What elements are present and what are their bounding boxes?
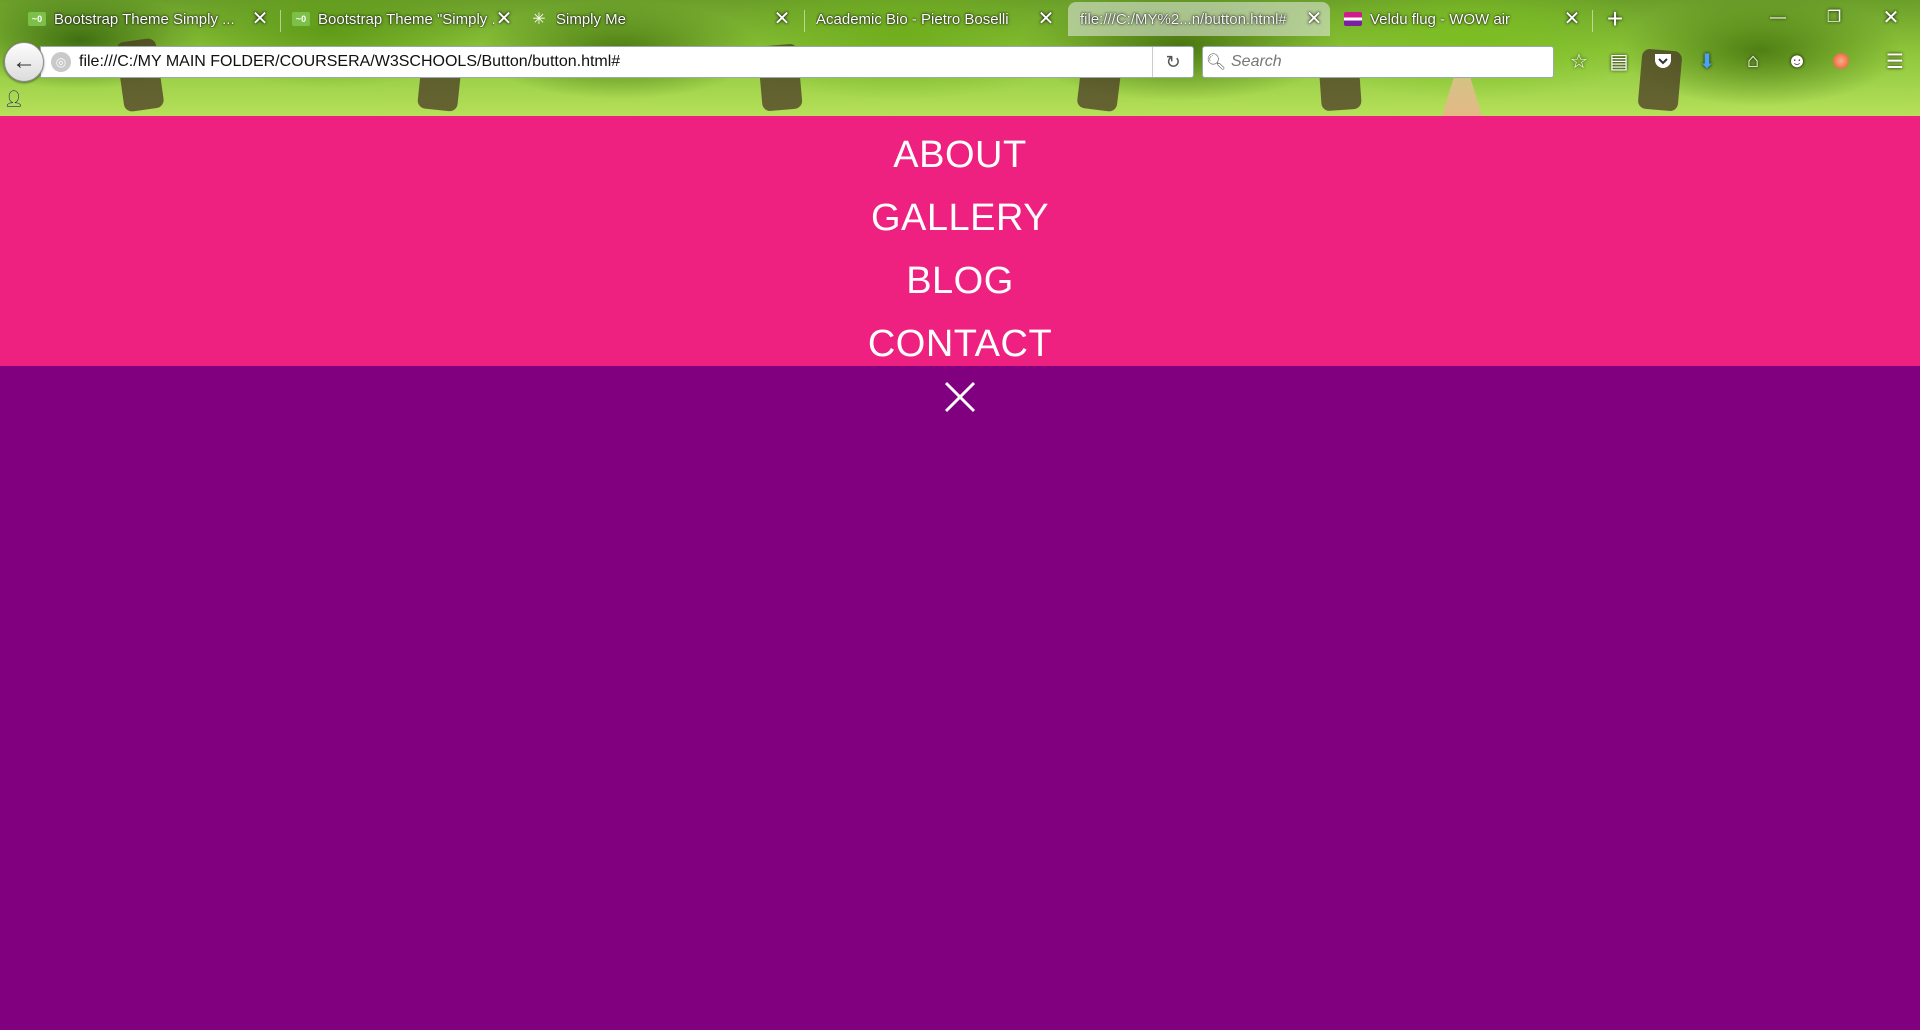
globe-icon: ◎	[51, 52, 71, 72]
menu-link-contact[interactable]: CONTACT	[868, 313, 1052, 376]
close-tab-icon[interactable]: ✕	[1562, 9, 1582, 29]
url-bar[interactable]: ◎ file:///C:/MY MAIN FOLDER/COURSERA/W3S…	[40, 46, 1194, 78]
tab-bootstrap-1[interactable]: ~0 Bootstrap Theme Simply ... ✕	[18, 2, 276, 36]
person-icon[interactable]: 👤︎	[4, 88, 24, 110]
search-input[interactable]	[1229, 52, 1533, 72]
menu-link-blog[interactable]: BLOG	[906, 250, 1014, 313]
bookmark-star-icon[interactable]: ☆	[1564, 46, 1594, 76]
minimize-icon[interactable]: —	[1755, 2, 1801, 34]
url-text: file:///C:/MY MAIN FOLDER/COURSERA/W3SCH…	[79, 53, 621, 70]
close-tab-icon[interactable]: ✕	[1036, 9, 1056, 29]
home-icon[interactable]: ⌂	[1738, 46, 1768, 76]
pocket-icon[interactable]	[1648, 46, 1678, 76]
back-button[interactable]: ←	[4, 42, 44, 82]
close-window-icon[interactable]: ✕	[1868, 2, 1914, 34]
tab-strip: ~0 Bootstrap Theme Simply ... ✕ ~0 Boots…	[0, 0, 1920, 38]
menu-link-about[interactable]: ABOUT	[893, 124, 1026, 187]
back-arrow-icon: ←	[12, 48, 36, 75]
new-tab-button[interactable]: +	[1600, 4, 1630, 34]
tab-bootstrap-2[interactable]: ~0 Bootstrap Theme "Simply ... ✕	[282, 2, 520, 36]
close-tab-icon[interactable]: ✕	[772, 9, 792, 29]
tab-simply-me[interactable]: ✳ Simply Me ✕	[520, 2, 798, 36]
overlay-menu: ABOUT GALLERY BLOG CONTACT	[0, 116, 1920, 366]
reload-icon[interactable]: ↻	[1152, 47, 1193, 77]
close-tab-icon[interactable]: ✕	[250, 9, 270, 29]
search-icon: 🔍︎	[1205, 54, 1227, 71]
tab-wow-air[interactable]: Veldu flug - WOW air ✕	[1334, 2, 1588, 36]
bootstrap-favicon-icon: ~0	[292, 12, 310, 26]
tab-title: Bootstrap Theme Simply ...	[54, 10, 235, 28]
navigation-toolbar: ◎ file:///C:/MY MAIN FOLDER/COURSERA/W3S…	[0, 40, 1920, 82]
tab-button-html[interactable]: file:///C:/MY%2...n/button.html# ✕	[1068, 2, 1330, 36]
browser-chrome: ~0 Bootstrap Theme Simply ... ✕ ~0 Boots…	[0, 0, 1920, 116]
close-tab-icon[interactable]: ✕	[494, 9, 514, 29]
restore-icon[interactable]: ❐	[1811, 2, 1857, 34]
menu-link-gallery[interactable]: GALLERY	[871, 187, 1049, 250]
menu-icon[interactable]: ☰	[1880, 46, 1910, 76]
bootstrap-favicon-icon: ~0	[28, 12, 46, 26]
tab-title: Veldu flug - WOW air	[1370, 10, 1511, 28]
download-icon[interactable]: ⬇	[1692, 46, 1722, 76]
tab-academic-bio[interactable]: Academic Bio - Pietro Boselli ✕	[806, 2, 1062, 36]
tab-title: Simply Me	[556, 10, 627, 28]
tab-title: file:///C:/MY%2...n/button.html#	[1080, 10, 1287, 28]
loading-icon: ✳	[532, 11, 546, 28]
reading-list-icon[interactable]: ▤	[1604, 46, 1634, 76]
wow-favicon-icon	[1344, 12, 1362, 26]
close-tab-icon[interactable]: ✕	[1304, 9, 1324, 29]
search-bar[interactable]: 🔍︎	[1202, 46, 1554, 78]
smiley-icon[interactable]: ☻	[1782, 46, 1812, 76]
addon-icon[interactable]	[1826, 46, 1856, 76]
tab-title: Academic Bio - Pietro Boselli	[816, 10, 1009, 28]
tab-title: Bootstrap Theme "Simply ...	[318, 10, 494, 28]
close-icon[interactable]	[943, 380, 977, 414]
